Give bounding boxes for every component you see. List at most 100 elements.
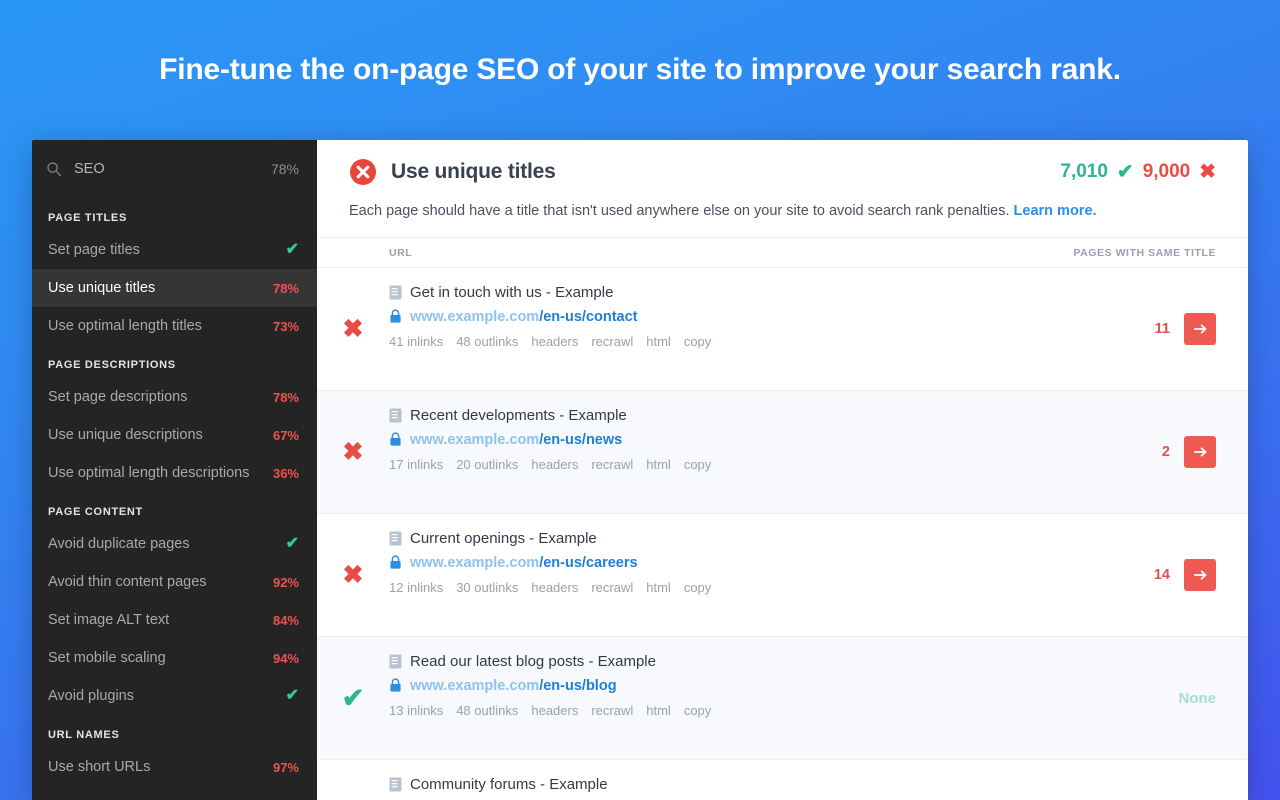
row-title-line: Community forums - Example	[389, 776, 1066, 793]
sidebar-item-score: 78%	[272, 280, 299, 296]
row-content: Current openings - Example www.example.co…	[389, 528, 1066, 595]
row-action-headers[interactable]: headers	[531, 703, 578, 718]
sidebar: SEO 78% PAGE TITLES Set page titles ✔ Use u…	[32, 140, 317, 800]
row-url-line[interactable]: www.example.com/en-us/blog	[389, 676, 1066, 696]
sidebar-group-heading: PAGE CONTENT	[48, 506, 143, 518]
sidebar-item-set-image-alt-text[interactable]: Set image ALT text 84%	[32, 601, 317, 639]
row-url[interactable]: www.example.com/en-us/news	[410, 430, 622, 450]
table-row[interactable]: ✖ Get in touch with us - Example www.examp…	[317, 268, 1248, 391]
sidebar-item-avoid-plugins[interactable]: Avoid plugins ✔	[32, 677, 317, 715]
row-action-html[interactable]: html	[646, 703, 671, 718]
row-pages-cell: None	[1066, 689, 1217, 707]
row-same-title-count: None	[1178, 689, 1217, 707]
sidebar-item-score: 67%	[272, 427, 299, 443]
sidebar-item-use-unique-descriptions[interactable]: Use unique descriptions 67%	[32, 416, 317, 454]
row-inlinks-count: 13 inlinks	[389, 703, 444, 718]
sidebar-item-use-short-urls[interactable]: Use short URLs 97%	[32, 748, 317, 786]
row-url-line[interactable]: www.example.com/en-us/contact	[389, 307, 1066, 327]
learn-more-link[interactable]: Learn more.	[1014, 203, 1097, 219]
row-action-recrawl[interactable]: recrawl	[591, 580, 633, 595]
sidebar-item-label: Avoid plugins	[48, 688, 134, 704]
document-icon	[389, 408, 402, 423]
row-action-html[interactable]: html	[646, 580, 671, 595]
row-action-copy[interactable]: copy	[684, 703, 711, 718]
main-panel: Use unique titles 7,010 ✔ 9,000 ✖ Each p…	[317, 140, 1248, 800]
row-go-button[interactable]	[1184, 436, 1216, 468]
row-action-html[interactable]: html	[646, 334, 671, 349]
row-outlinks-count: 20 outlinks	[456, 457, 519, 472]
row-action-html[interactable]: html	[646, 457, 671, 472]
column-header-pages-with-same-title: PAGES WITH SAME TITLE	[1073, 246, 1216, 259]
row-action-headers[interactable]: headers	[531, 580, 578, 595]
results-table: ✖ Get in touch with us - Example www.examp…	[317, 268, 1248, 800]
row-actions: 13 inlinks 48 outlinks headers recrawl html c…	[389, 703, 1066, 718]
check-icon: ✔	[341, 682, 365, 713]
sidebar-item-label: Use unique descriptions	[48, 427, 203, 443]
panel-description: Each page should have a title that isn't…	[349, 203, 1216, 237]
sidebar-item-avoid-thin-content-pages[interactable]: Avoid thin content pages 92%	[32, 563, 317, 601]
sidebar-item-use-optimal-length-titles[interactable]: Use optimal length titles 73%	[32, 307, 317, 345]
panel-description-text: Each page should have a title that isn't…	[349, 203, 1010, 219]
row-pages-cell: 14	[1066, 559, 1216, 591]
row-title-line: Recent developments - Example	[389, 407, 1066, 424]
table-row[interactable]: Community forums - Example	[317, 760, 1248, 800]
row-url[interactable]: www.example.com/en-us/blog	[410, 676, 617, 696]
search-icon	[46, 161, 62, 177]
sidebar-item-set-page-descriptions[interactable]: Set page descriptions 78%	[32, 378, 317, 416]
row-action-copy[interactable]: copy	[684, 580, 711, 595]
panel-title-row: Use unique titles 7,010 ✔ 9,000 ✖	[349, 158, 1216, 186]
sidebar-item-set-page-titles[interactable]: Set page titles ✔	[32, 231, 317, 269]
table-row[interactable]: ✖ Recent developments - Example www.exampl…	[317, 391, 1248, 514]
sidebar-item-label: Avoid thin content pages	[48, 574, 207, 590]
row-action-recrawl[interactable]: recrawl	[591, 334, 633, 349]
sidebar-nav: PAGE TITLES Set page titles ✔ Use unique ti…	[32, 198, 317, 786]
score-summary: 7,010 ✔ 9,000 ✖	[1060, 161, 1216, 183]
row-url[interactable]: www.example.com/en-us/careers	[410, 553, 638, 573]
check-icon: ✔	[285, 535, 299, 552]
lock-icon	[389, 432, 402, 447]
table-row[interactable]: ✔ Read our latest blog posts - Example www…	[317, 637, 1248, 760]
row-outlinks-count: 48 outlinks	[456, 703, 519, 718]
document-icon	[389, 777, 402, 792]
sidebar-item-use-unique-titles[interactable]: Use unique titles 78%	[32, 269, 317, 307]
row-go-button[interactable]	[1184, 313, 1216, 345]
sidebar-item-use-optimal-length-descriptions[interactable]: Use optimal length descriptions 36%	[32, 454, 317, 492]
document-icon	[389, 654, 402, 669]
sidebar-item-label: Use optimal length descriptions	[48, 465, 250, 481]
search-input[interactable]: SEO	[74, 161, 259, 177]
row-url-line[interactable]: www.example.com/en-us/news	[389, 430, 1066, 450]
sidebar-item-score: 97%	[272, 759, 299, 775]
row-content: Recent developments - Example www.example…	[389, 405, 1066, 472]
row-action-copy[interactable]: copy	[684, 457, 711, 472]
cross-icon: ✖	[342, 314, 364, 343]
row-action-headers[interactable]: headers	[531, 334, 578, 349]
score-fail-value: 9,000	[1142, 161, 1191, 182]
table-row[interactable]: ✖ Current openings - Example www.example.c…	[317, 514, 1248, 637]
column-header-url: URL	[389, 246, 413, 259]
row-action-copy[interactable]: copy	[684, 334, 711, 349]
sidebar-item-set-mobile-scaling[interactable]: Set mobile scaling 94%	[32, 639, 317, 677]
row-action-headers[interactable]: headers	[531, 457, 578, 472]
sidebar-item-label: Set page titles	[48, 242, 140, 258]
row-action-recrawl[interactable]: recrawl	[591, 703, 633, 718]
row-action-recrawl[interactable]: recrawl	[591, 457, 633, 472]
lock-icon	[389, 555, 402, 570]
row-content: Community forums - Example	[389, 774, 1066, 793]
row-url[interactable]: www.example.com/en-us/contact	[410, 307, 638, 327]
row-outlinks-count: 30 outlinks	[456, 580, 519, 595]
row-actions: 12 inlinks 30 outlinks headers recrawl html c…	[389, 580, 1066, 595]
sidebar-item-label: Set image ALT text	[48, 612, 170, 628]
page-title: Use unique titles	[391, 160, 556, 183]
sidebar-item-avoid-duplicate-pages[interactable]: Avoid duplicate pages ✔	[32, 525, 317, 563]
row-go-button[interactable]	[1184, 559, 1216, 591]
sidebar-item-label: Use unique titles	[48, 280, 156, 296]
sidebar-item-score: 36%	[272, 465, 299, 481]
sidebar-search-row[interactable]: SEO 78%	[32, 140, 317, 198]
row-inlinks-count: 17 inlinks	[389, 457, 444, 472]
row-actions: 17 inlinks 20 outlinks headers recrawl html c…	[389, 457, 1066, 472]
document-icon	[389, 531, 402, 546]
row-url-line[interactable]: www.example.com/en-us/careers	[389, 553, 1066, 573]
check-icon: ✔	[285, 687, 299, 704]
sidebar-group-heading: PAGE DESCRIPTIONS	[48, 359, 176, 371]
row-url-path: /en-us/contact	[539, 309, 638, 325]
